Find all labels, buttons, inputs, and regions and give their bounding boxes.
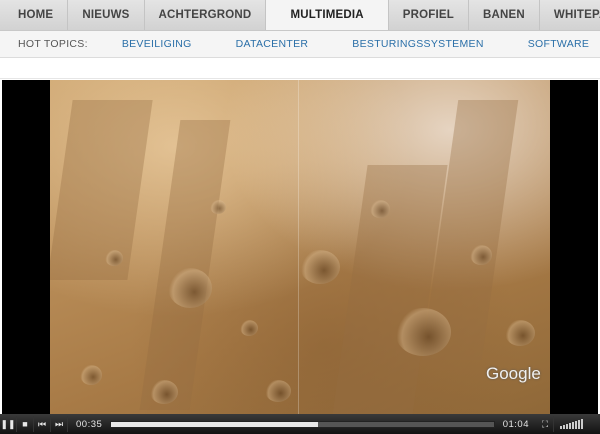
crater xyxy=(265,380,291,402)
elapsed-time: 00:35 xyxy=(76,418,103,430)
crater xyxy=(240,320,258,336)
nav-item-multimedia[interactable]: MULTIMEDIA xyxy=(266,0,389,30)
terrain-strip xyxy=(50,100,153,280)
nav-item-home[interactable]: HOME xyxy=(0,0,69,30)
video-player[interactable]: Google xyxy=(2,80,598,414)
seek-bar-progress xyxy=(111,421,318,427)
video-frame-mars-surface[interactable]: Google xyxy=(50,80,550,414)
hot-topics-label: HOT TOPICS: xyxy=(18,38,88,50)
previous-icon[interactable]: ⏮ xyxy=(34,416,51,432)
google-watermark: Google xyxy=(486,364,541,383)
total-duration: 01:04 xyxy=(502,418,529,430)
crater xyxy=(210,200,226,214)
crater xyxy=(80,365,102,385)
terrain-strip xyxy=(332,165,448,414)
crater xyxy=(470,245,492,265)
volume-icon[interactable] xyxy=(554,419,600,429)
nav-item-whitepapers[interactable]: WHITEPAPE xyxy=(540,0,600,30)
crater xyxy=(168,268,212,308)
hot-topic-software[interactable]: SOFTWARE xyxy=(506,38,600,50)
stop-icon[interactable]: ■ xyxy=(17,416,34,432)
nav-item-nieuws[interactable]: NIEUWS xyxy=(68,0,145,30)
image-seam xyxy=(298,80,299,414)
hot-topic-beveiliging[interactable]: BEVEILIGING xyxy=(100,38,214,50)
hot-topics-bar: HOT TOPICS: BEVEILIGING DATACENTER BESTU… xyxy=(0,31,600,58)
nav-item-banen[interactable]: BANEN xyxy=(469,0,540,30)
hot-topic-datacenter[interactable]: DATACENTER xyxy=(214,38,331,50)
hot-topic-besturingssystemen[interactable]: BESTURINGSSYSTEMEN xyxy=(330,38,505,50)
player-controls: ❚❚ ■ ⏮ ⏭ 00:35 01:04 ⛶ xyxy=(0,414,600,434)
crater xyxy=(370,200,390,218)
terrain-strip xyxy=(139,120,231,410)
crater xyxy=(105,250,123,266)
crater xyxy=(300,250,340,284)
next-icon[interactable]: ⏭ xyxy=(51,416,68,432)
nav-item-profiel[interactable]: PROFIEL xyxy=(389,0,470,30)
fullscreen-icon[interactable]: ⛶ xyxy=(537,416,554,432)
crater xyxy=(505,320,535,346)
seek-bar[interactable] xyxy=(110,420,495,428)
content-spacer xyxy=(0,58,600,79)
crater xyxy=(395,308,451,356)
crater xyxy=(150,380,178,404)
pause-icon[interactable]: ❚❚ xyxy=(0,416,17,432)
main-navigation: HOME NIEUWS ACHTERGROND MULTIMEDIA PROFI… xyxy=(0,0,600,31)
nav-item-achtergrond[interactable]: ACHTERGROND xyxy=(145,0,267,30)
